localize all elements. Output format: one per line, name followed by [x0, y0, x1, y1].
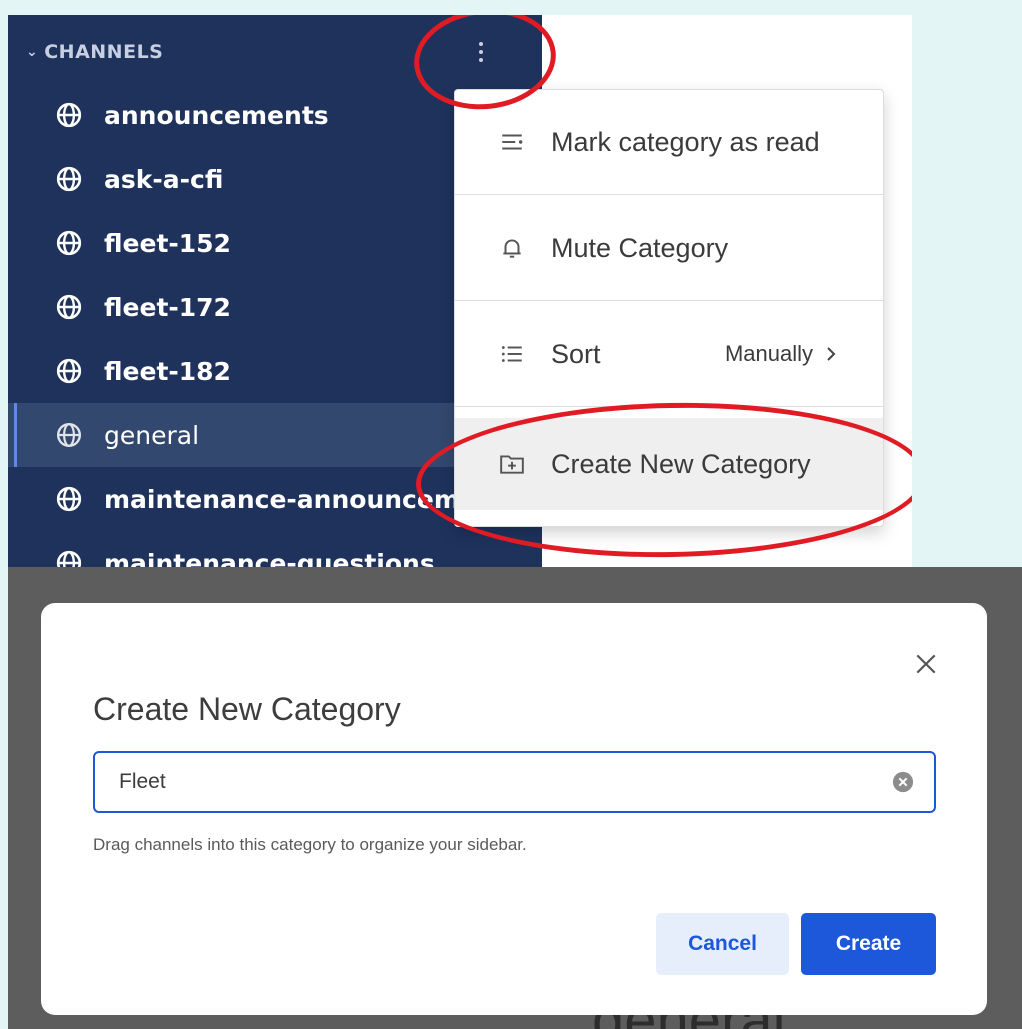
- more-dot: [479, 50, 483, 54]
- channel-name: fleet-152: [104, 228, 231, 258]
- menu-item-label: Create New Category: [551, 448, 811, 479]
- channel-name: announcements: [104, 100, 329, 130]
- channel-name: maintenance-announcem: [104, 484, 460, 514]
- globe-icon: [56, 294, 82, 320]
- menu-item-label: Mark category as read: [551, 126, 820, 157]
- globe-icon: [56, 486, 82, 512]
- list-icon: [501, 346, 522, 362]
- sort-mode-label: Manually: [724, 341, 813, 366]
- channels-category-header[interactable]: ⌄ CHANNELS: [26, 37, 163, 67]
- field-help-text: Drag channels into this category to orga…: [93, 835, 527, 854]
- sidebar-screenshot: ⌄ CHANNELS announcements ask-a-cfi fleet…: [8, 15, 912, 567]
- menu-item-label: Mute Category: [551, 232, 729, 263]
- menu-item-label: Sort: [551, 338, 601, 369]
- globe-icon: [56, 166, 82, 192]
- chevron-down-icon: ⌄: [26, 44, 39, 60]
- clear-input-icon[interactable]: [892, 771, 914, 793]
- channel-name: ask-a-cfi: [104, 164, 224, 194]
- bell-icon: [503, 239, 521, 258]
- globe-icon: [56, 358, 82, 384]
- mark-read-icon: [502, 134, 523, 150]
- channel-item-maintenance-questions[interactable]: maintenance-questions: [8, 531, 542, 567]
- category-name-field[interactable]: [93, 751, 936, 813]
- globe-icon: [56, 230, 82, 256]
- globe-icon: [56, 550, 82, 567]
- close-icon[interactable]: [913, 651, 939, 677]
- create-category-modal: Create New Category Drag channels into t…: [41, 603, 987, 1015]
- channels-category-label: CHANNELS: [44, 41, 164, 63]
- category-name-input[interactable]: [117, 769, 881, 795]
- modal-screenshot: general Create New Category Drag channel…: [8, 567, 1022, 1029]
- menu-item-mark-read[interactable]: Mark category as read: [455, 90, 883, 195]
- channel-name: general: [104, 420, 200, 450]
- globe-icon: [56, 422, 82, 448]
- globe-icon: [56, 102, 82, 128]
- cancel-button[interactable]: Cancel: [656, 913, 789, 975]
- sort-mode-value: Manually: [725, 341, 837, 367]
- menu-item-sort[interactable]: Sort Manually: [455, 302, 883, 407]
- create-button[interactable]: Create: [801, 913, 936, 975]
- channel-name: fleet-172: [104, 292, 231, 322]
- channel-name: maintenance-questions: [104, 548, 435, 568]
- more-dot: [479, 42, 483, 46]
- chevron-right-icon: [827, 347, 836, 361]
- menu-item-create-new-category[interactable]: Create New Category: [455, 418, 883, 510]
- channel-name: fleet-182: [104, 356, 231, 386]
- category-options-button[interactable]: [468, 35, 494, 69]
- menu-item-mute-category[interactable]: Mute Category: [455, 196, 883, 301]
- folder-plus-icon: [500, 455, 524, 474]
- modal-title: Create New Category: [93, 691, 401, 727]
- more-dot: [479, 58, 483, 62]
- category-options-menu: Mark category as read Mute Category Sort…: [454, 89, 884, 527]
